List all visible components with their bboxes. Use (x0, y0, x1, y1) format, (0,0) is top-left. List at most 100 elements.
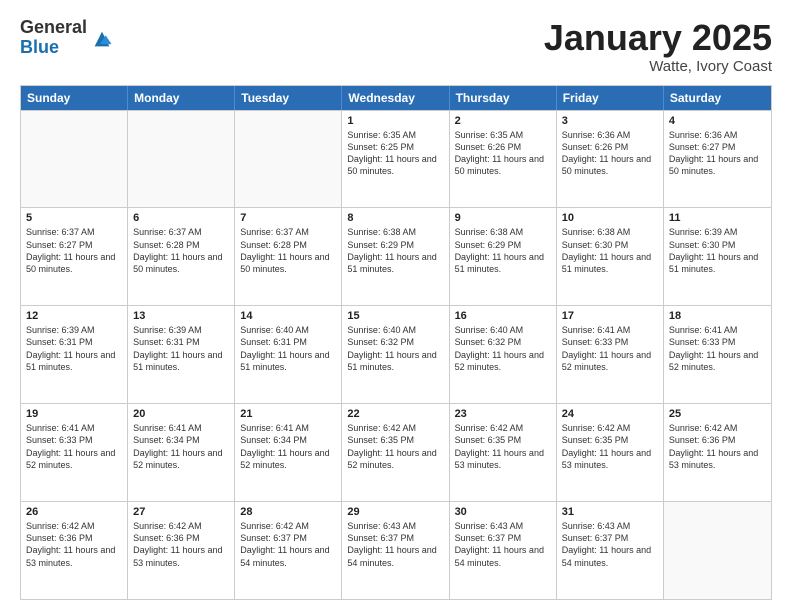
day-info: Sunrise: 6:41 AM Sunset: 6:33 PM Dayligh… (26, 422, 122, 471)
calendar-cell: 8Sunrise: 6:38 AM Sunset: 6:29 PM Daylig… (342, 208, 449, 305)
day-number: 1 (347, 115, 443, 127)
calendar-week-5: 26Sunrise: 6:42 AM Sunset: 6:36 PM Dayli… (21, 501, 771, 599)
day-info: Sunrise: 6:40 AM Sunset: 6:31 PM Dayligh… (240, 324, 336, 373)
day-info: Sunrise: 6:41 AM Sunset: 6:33 PM Dayligh… (669, 324, 766, 373)
calendar-cell: 14 Sunrise: 6:40 AM Sunset: 6:31 PM Dayli… (235, 306, 342, 403)
day-info: Sunrise: 6:39 AM Sunset: 6:31 PM Dayligh… (26, 324, 122, 373)
day-info: Sunrise: 6:35 AM Sunset: 6:26 PM Dayligh… (455, 129, 551, 178)
calendar-week-1: 1 Sunrise: 6:35 AM Sunset: 6:25 PM Daylig… (21, 110, 771, 208)
calendar-cell: 7 Sunrise: 6:37 AM Sunset: 6:28 PM Daylig… (235, 208, 342, 305)
day-number: 29 (347, 506, 443, 518)
calendar-cell: 27 Sunrise: 6:42 AM Sunset: 6:36 PM Dayli… (128, 502, 235, 599)
day-info: Sunrise: 6:37 AM Sunset: 6:28 PM Dayligh… (240, 226, 336, 275)
day-info: Sunrise: 6:42 AM Sunset: 6:36 PM Dayligh… (26, 520, 122, 569)
day-number: 2 (455, 115, 551, 127)
day-number: 24 (562, 408, 658, 420)
day-number: 23 (455, 408, 551, 420)
header-thursday: Thursday (450, 86, 557, 110)
calendar-cell: 21 Sunrise: 6:41 AM Sunset: 6:34 PM Dayli… (235, 404, 342, 501)
calendar-cell: 13Sunrise: 6:39 AM Sunset: 6:31 PM Dayli… (128, 306, 235, 403)
calendar-cell (128, 111, 235, 208)
day-number: 28 (240, 506, 336, 518)
day-number: 30 (455, 506, 551, 518)
calendar-cell: 11Sunrise: 6:39 AM Sunset: 6:30 PM Dayli… (664, 208, 771, 305)
day-number: 31 (562, 506, 658, 518)
calendar-header: Sunday Monday Tuesday Wednesday Thursday… (21, 86, 771, 110)
day-info: Sunrise: 6:42 AM Sunset: 6:35 PM Dayligh… (347, 422, 443, 471)
calendar-cell: 19 Sunrise: 6:41 AM Sunset: 6:33 PM Dayli… (21, 404, 128, 501)
calendar-cell: 24 Sunrise: 6:42 AM Sunset: 6:35 PM Dayli… (557, 404, 664, 501)
day-info: Sunrise: 6:43 AM Sunset: 6:37 PM Dayligh… (455, 520, 551, 569)
calendar-cell: 28 Sunrise: 6:42 AM Sunset: 6:37 PM Dayli… (235, 502, 342, 599)
day-info: Sunrise: 6:36 AM Sunset: 6:26 PM Dayligh… (562, 129, 658, 178)
day-number: 5 (26, 212, 122, 224)
calendar-cell: 18 Sunrise: 6:41 AM Sunset: 6:33 PM Dayli… (664, 306, 771, 403)
calendar-cell: 4Sunrise: 6:36 AM Sunset: 6:27 PM Daylig… (664, 111, 771, 208)
day-info: Sunrise: 6:41 AM Sunset: 6:34 PM Dayligh… (240, 422, 336, 471)
logo: General Blue (20, 18, 113, 58)
day-number: 10 (562, 212, 658, 224)
header-monday: Monday (128, 86, 235, 110)
day-number: 27 (133, 506, 229, 518)
calendar-week-2: 5Sunrise: 6:37 AM Sunset: 6:27 PM Daylig… (21, 207, 771, 305)
calendar-cell: 26Sunrise: 6:42 AM Sunset: 6:36 PM Dayli… (21, 502, 128, 599)
header-saturday: Saturday (664, 86, 771, 110)
header-wednesday: Wednesday (342, 86, 449, 110)
day-info: Sunrise: 6:41 AM Sunset: 6:33 PM Dayligh… (562, 324, 658, 373)
day-number: 14 (240, 310, 336, 322)
calendar-cell: 2 Sunrise: 6:35 AM Sunset: 6:26 PM Daylig… (450, 111, 557, 208)
calendar: Sunday Monday Tuesday Wednesday Thursday… (20, 85, 772, 600)
day-info: Sunrise: 6:42 AM Sunset: 6:36 PM Dayligh… (133, 520, 229, 569)
title-month: January 2025 (544, 18, 772, 58)
day-number: 19 (26, 408, 122, 420)
day-info: Sunrise: 6:42 AM Sunset: 6:35 PM Dayligh… (562, 422, 658, 471)
day-info: Sunrise: 6:39 AM Sunset: 6:31 PM Dayligh… (133, 324, 229, 373)
day-number: 12 (26, 310, 122, 322)
calendar-cell: 22 Sunrise: 6:42 AM Sunset: 6:35 PM Dayli… (342, 404, 449, 501)
day-number: 6 (133, 212, 229, 224)
calendar-cell: 15Sunrise: 6:40 AM Sunset: 6:32 PM Dayli… (342, 306, 449, 403)
calendar-cell: 1 Sunrise: 6:35 AM Sunset: 6:25 PM Daylig… (342, 111, 449, 208)
title-location: Watte, Ivory Coast (544, 58, 772, 75)
calendar-cell (21, 111, 128, 208)
calendar-cell: 12 Sunrise: 6:39 AM Sunset: 6:31 PM Dayli… (21, 306, 128, 403)
calendar-cell: 5Sunrise: 6:37 AM Sunset: 6:27 PM Daylig… (21, 208, 128, 305)
day-info: Sunrise: 6:40 AM Sunset: 6:32 PM Dayligh… (455, 324, 551, 373)
calendar-cell: 25Sunrise: 6:42 AM Sunset: 6:36 PM Dayli… (664, 404, 771, 501)
header-tuesday: Tuesday (235, 86, 342, 110)
calendar-week-4: 19 Sunrise: 6:41 AM Sunset: 6:33 PM Dayli… (21, 403, 771, 501)
day-number: 7 (240, 212, 336, 224)
day-number: 20 (133, 408, 229, 420)
calendar-body: 1 Sunrise: 6:35 AM Sunset: 6:25 PM Daylig… (21, 110, 771, 599)
calendar-cell (235, 111, 342, 208)
day-number: 22 (347, 408, 443, 420)
logo-general: General (20, 18, 87, 38)
calendar-cell (664, 502, 771, 599)
day-info: Sunrise: 6:35 AM Sunset: 6:25 PM Dayligh… (347, 129, 443, 178)
title-block: January 2025 Watte, Ivory Coast (544, 18, 772, 75)
calendar-cell: 3Sunrise: 6:36 AM Sunset: 6:26 PM Daylig… (557, 111, 664, 208)
day-info: Sunrise: 6:38 AM Sunset: 6:29 PM Dayligh… (347, 226, 443, 275)
day-number: 18 (669, 310, 766, 322)
calendar-cell: 29 Sunrise: 6:43 AM Sunset: 6:37 PM Dayli… (342, 502, 449, 599)
logo-icon (91, 28, 113, 50)
day-info: Sunrise: 6:41 AM Sunset: 6:34 PM Dayligh… (133, 422, 229, 471)
day-number: 17 (562, 310, 658, 322)
day-info: Sunrise: 6:42 AM Sunset: 6:35 PM Dayligh… (455, 422, 551, 471)
day-info: Sunrise: 6:43 AM Sunset: 6:37 PM Dayligh… (562, 520, 658, 569)
day-info: Sunrise: 6:43 AM Sunset: 6:37 PM Dayligh… (347, 520, 443, 569)
calendar-cell: 9 Sunrise: 6:38 AM Sunset: 6:29 PM Daylig… (450, 208, 557, 305)
day-info: Sunrise: 6:42 AM Sunset: 6:37 PM Dayligh… (240, 520, 336, 569)
day-number: 21 (240, 408, 336, 420)
calendar-week-3: 12 Sunrise: 6:39 AM Sunset: 6:31 PM Dayli… (21, 305, 771, 403)
calendar-cell: 16Sunrise: 6:40 AM Sunset: 6:32 PM Dayli… (450, 306, 557, 403)
day-number: 25 (669, 408, 766, 420)
day-info: Sunrise: 6:40 AM Sunset: 6:32 PM Dayligh… (347, 324, 443, 373)
day-number: 4 (669, 115, 766, 127)
day-info: Sunrise: 6:39 AM Sunset: 6:30 PM Dayligh… (669, 226, 766, 275)
header: General Blue January 2025 Watte, Ivory C… (20, 18, 772, 75)
day-number: 9 (455, 212, 551, 224)
day-info: Sunrise: 6:38 AM Sunset: 6:29 PM Dayligh… (455, 226, 551, 275)
header-friday: Friday (557, 86, 664, 110)
day-info: Sunrise: 6:37 AM Sunset: 6:28 PM Dayligh… (133, 226, 229, 275)
